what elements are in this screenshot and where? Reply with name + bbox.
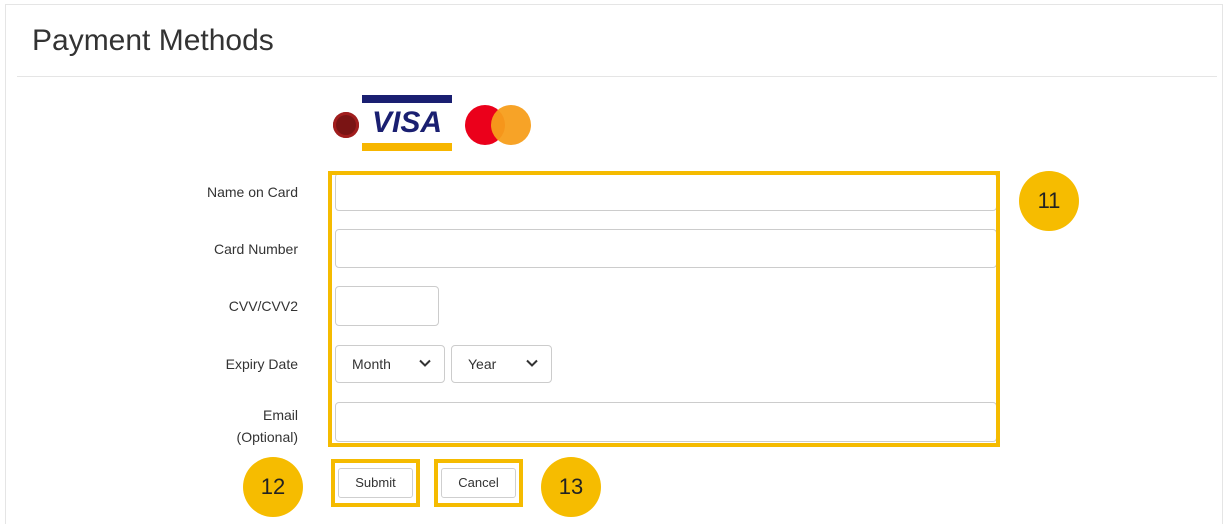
- expiry-date-label: Expiry Date: [225, 356, 298, 372]
- mastercard-logo: [465, 105, 531, 145]
- email-label: Email: [262, 407, 298, 423]
- card-brand-dot-icon: [333, 112, 359, 138]
- visa-logo: VISA: [362, 95, 452, 151]
- form-fields-highlight: [328, 171, 1000, 447]
- page-title: Payment Methods: [32, 24, 274, 57]
- callout-12-badge: 12: [243, 457, 303, 517]
- email-optional-label: (Optional): [236, 429, 298, 445]
- title-divider: [17, 76, 1217, 77]
- callout-13-badge: 13: [541, 457, 601, 517]
- visa-logo-text: VISA: [371, 106, 443, 139]
- cancel-button[interactable]: Cancel: [441, 468, 516, 498]
- cvv-label: CVV/CVV2: [228, 298, 298, 314]
- callout-11-badge: 11: [1019, 171, 1079, 231]
- name-on-card-label: Name on Card: [206, 184, 298, 200]
- submit-button[interactable]: Submit: [338, 468, 413, 498]
- card-number-label: Card Number: [213, 241, 298, 257]
